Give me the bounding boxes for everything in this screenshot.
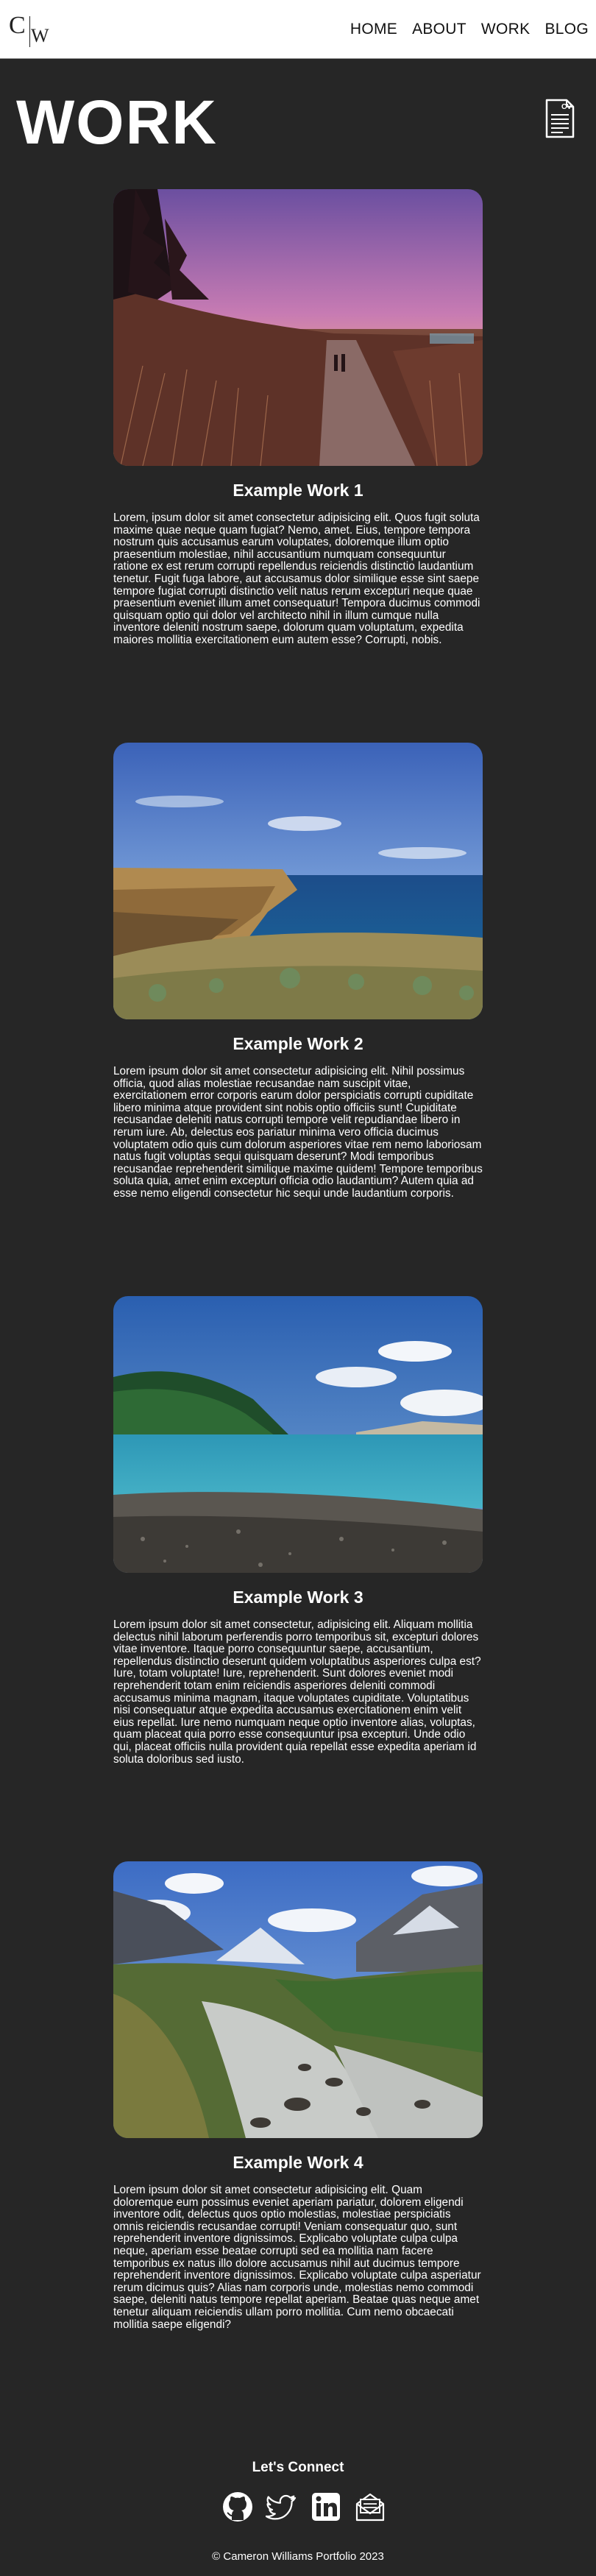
logo-letter-c: C bbox=[9, 12, 26, 39]
twitter-icon[interactable] bbox=[266, 2491, 298, 2523]
cv-download-icon[interactable]: CV bbox=[544, 99, 575, 138]
work-title: Example Work 2 bbox=[233, 1034, 363, 1053]
work-item: Example Work 3 Lorem ipsum dolor sit ame… bbox=[113, 1296, 483, 1766]
copyright-text: © Cameron Williams Portfolio 2023 bbox=[212, 2550, 384, 2563]
nav-blog-link[interactable]: BLOG bbox=[544, 21, 589, 38]
work-description: Lorem, ipsum dolor sit amet consectetur … bbox=[113, 512, 480, 646]
coastal-cliffs-photo bbox=[113, 743, 483, 1019]
nav-about-link[interactable]: ABOUT bbox=[412, 21, 466, 38]
github-icon[interactable] bbox=[221, 2491, 254, 2523]
page-title: WORK bbox=[16, 88, 218, 157]
work-image[interactable] bbox=[113, 1296, 483, 1573]
site-logo[interactable]: C W bbox=[9, 12, 53, 50]
logo-letter-w: W bbox=[31, 25, 49, 46]
work-description: Lorem ipsum dolor sit amet consectetur a… bbox=[113, 2184, 481, 2331]
work-description: Lorem ipsum dolor sit amet consectetur a… bbox=[113, 1065, 483, 1200]
work-description: Lorem ipsum dolor sit amet consectetur, … bbox=[113, 1618, 481, 1766]
work-image[interactable] bbox=[113, 1861, 483, 2138]
work-title: Example Work 4 bbox=[233, 2153, 363, 2172]
work-item: Example Work 2 Lorem ipsum dolor sit ame… bbox=[113, 743, 483, 1200]
work-title: Example Work 1 bbox=[233, 481, 363, 500]
lake-hills-photo bbox=[113, 1296, 483, 1573]
email-icon[interactable] bbox=[354, 2491, 386, 2523]
footer-title: Let's Connect bbox=[252, 2460, 344, 2475]
social-links bbox=[221, 2491, 386, 2523]
work-title: Example Work 3 bbox=[233, 1588, 363, 1607]
mountain-river-photo bbox=[113, 1861, 483, 2138]
nav-work-link[interactable]: WORK bbox=[481, 21, 531, 38]
main-nav: HOME ABOUT WORK BLOG bbox=[350, 21, 589, 38]
cv-label: CV bbox=[561, 103, 572, 111]
linkedin-icon[interactable] bbox=[310, 2491, 342, 2523]
work-image[interactable] bbox=[113, 189, 483, 466]
work-item: Example Work 4 Lorem ipsum dolor sit ame… bbox=[113, 1861, 483, 2331]
work-image[interactable] bbox=[113, 743, 483, 1019]
sunset-path-photo bbox=[113, 189, 483, 466]
work-item: Example Work 1 Lorem, ipsum dolor sit am… bbox=[113, 189, 483, 647]
nav-home-link[interactable]: HOME bbox=[350, 21, 397, 38]
navbar: C W HOME ABOUT WORK BLOG bbox=[0, 0, 596, 59]
logo-divider bbox=[29, 16, 30, 47]
